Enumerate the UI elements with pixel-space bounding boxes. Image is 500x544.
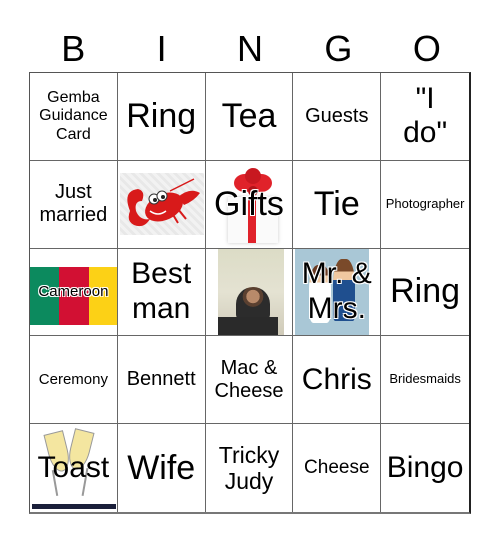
laptop-in-photo — [217, 316, 278, 336]
bingo-cell-just-married[interactable]: Just married — [30, 160, 118, 249]
bingo-cell-gemba-guidance-card[interactable]: Gemba Guidance Card — [30, 73, 118, 161]
bingo-cell-mac-and-cheese[interactable]: Mac & Cheese — [205, 336, 294, 425]
cell-label: Ceremony — [38, 371, 108, 389]
cell-label: Gifts — [214, 184, 284, 223]
cell-label: Tricky Judy — [218, 441, 280, 495]
cell-label: Photographer — [385, 195, 465, 211]
header-letter-o: O — [412, 28, 441, 69]
header-letter-i: I — [156, 28, 167, 69]
header-letter-b: B — [61, 28, 86, 69]
cell-label: Gemba Guidance Card — [39, 88, 108, 143]
cell-label: Mac & Cheese — [214, 356, 284, 402]
bingo-cell-i-do[interactable]: "I do" — [381, 73, 469, 161]
cell-label: Ring — [126, 96, 197, 135]
header-letter-g: G — [324, 28, 353, 69]
bingo-card: Gemba Guidance Card Ring Tea Guests "I d… — [29, 72, 471, 514]
bingo-cell-ring-2[interactable]: Ring — [381, 249, 469, 337]
cell-label: Ring — [390, 272, 461, 311]
person-in-photo — [235, 286, 270, 321]
cell-label: Bennett — [126, 368, 196, 391]
cell-label: Bingo — [386, 450, 464, 484]
cell-label: Cameroon — [38, 283, 109, 301]
cell-label: Cheese — [304, 457, 370, 479]
bingo-cell-tea[interactable]: Tea — [205, 73, 294, 161]
cell-label: Just married — [39, 181, 108, 227]
cell-label: Toast — [37, 450, 110, 484]
cell-label: Bridesmaids — [389, 371, 461, 387]
bingo-cell-best-man[interactable]: Best man — [117, 248, 206, 337]
cell-label: Tea — [221, 96, 277, 135]
cell-label: Best man — [131, 257, 192, 325]
cell-label: Mr. & Mrs. — [301, 257, 372, 325]
bingo-cell-guests[interactable]: Guests — [293, 73, 382, 161]
cell-label: Wife — [127, 448, 196, 487]
bingo-cell-teacher-photo[interactable] — [205, 248, 294, 337]
bingo-cell-toast[interactable]: Toast — [30, 424, 118, 512]
cell-label: Chris — [301, 362, 372, 396]
bingo-cell-cheese[interactable]: Cheese — [293, 424, 382, 512]
bingo-cell-gifts[interactable]: Gifts — [205, 160, 294, 249]
bingo-cell-ring[interactable]: Ring — [117, 73, 206, 161]
bingo-cell-wife[interactable]: Wife — [118, 424, 206, 512]
bingo-cell-lobster[interactable] — [117, 160, 206, 249]
bingo-cell-ceremony[interactable]: Ceremony — [30, 336, 118, 425]
bingo-cell-tie[interactable]: Tie — [293, 160, 382, 249]
header-letter-n: N — [237, 28, 264, 69]
bingo-cell-mr-and-mrs[interactable]: Mr. & Mrs. — [293, 248, 382, 337]
cell-label: Guests — [305, 104, 369, 127]
bingo-cell-chris[interactable]: Chris — [293, 336, 382, 425]
bingo-cell-cameroon[interactable]: Cameroon — [30, 248, 118, 337]
cell-label: Tie — [313, 184, 360, 223]
image-watermark-bar — [32, 504, 116, 510]
bingo-cell-bingo[interactable]: Bingo — [381, 424, 469, 512]
cell-label: "I do" — [403, 81, 448, 150]
bingo-header: B I N G O — [29, 26, 471, 72]
bingo-cell-tricky-judy[interactable]: Tricky Judy — [206, 424, 294, 512]
bingo-cell-photographer[interactable]: Photographer — [381, 161, 469, 249]
lobster-icon — [127, 178, 200, 226]
bingo-cell-bennett[interactable]: Bennett — [117, 336, 206, 425]
bingo-cell-bridesmaids[interactable]: Bridesmaids — [381, 336, 469, 425]
